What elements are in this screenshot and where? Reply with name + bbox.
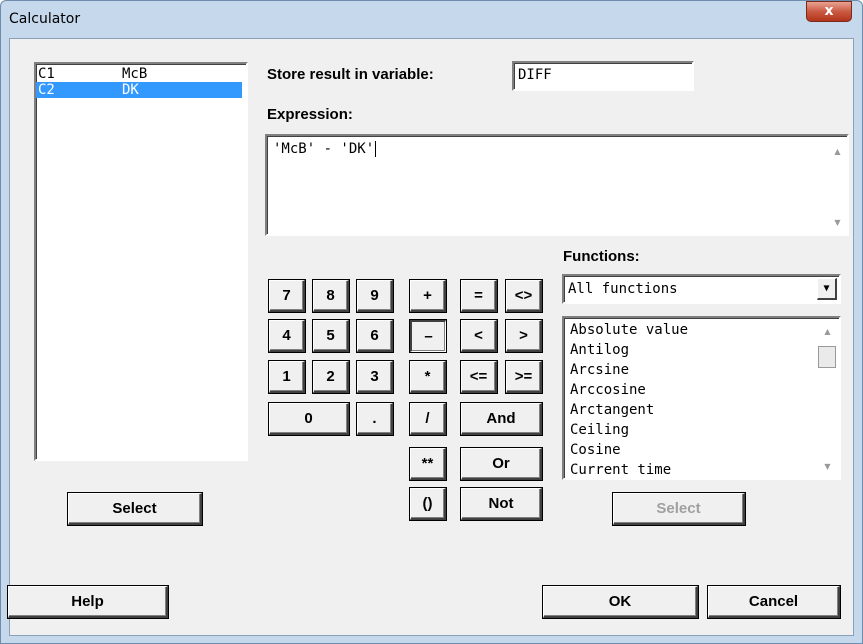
variable-name: McB [122, 66, 148, 82]
variable-name: DK [122, 82, 139, 98]
function-item[interactable]: Ceiling [570, 420, 629, 440]
text-cursor [375, 141, 377, 157]
function-item[interactable]: Current time [570, 460, 671, 480]
variable-column: C2 [38, 82, 55, 98]
functions-label: Functions: [563, 248, 640, 265]
function-item[interactable]: Arcsine [570, 360, 629, 380]
key-7[interactable]: 7 [269, 280, 305, 312]
key-parentheses[interactable]: () [410, 488, 446, 520]
key-less-than[interactable]: < [461, 320, 497, 352]
functions-select-button[interactable]: Select [613, 493, 745, 525]
function-item[interactable]: Cosine [570, 440, 621, 460]
scroll-down-icon[interactable]: ▼ [830, 215, 845, 230]
key-equals[interactable]: = [461, 280, 497, 312]
key-divide[interactable]: / [410, 403, 446, 435]
key-0[interactable]: 0 [269, 403, 349, 435]
window-title: Calculator [9, 11, 81, 27]
key-6[interactable]: 6 [357, 320, 393, 352]
ok-button[interactable]: OK [543, 586, 698, 618]
function-item[interactable]: Arctangent [570, 400, 654, 420]
variables-select-button[interactable]: Select [68, 493, 202, 525]
key-3[interactable]: 3 [357, 361, 393, 393]
variable-row-c1[interactable]: C1 McB [36, 66, 242, 82]
calculator-dialog: Calculator x C1 McB C2 DK Select Store r… [0, 0, 863, 644]
store-result-value: DIFF [518, 67, 552, 83]
key-or[interactable]: Or [461, 448, 542, 480]
key-not-equal[interactable]: <> [506, 280, 542, 312]
key-4[interactable]: 4 [269, 320, 305, 352]
scrollbar-thumb[interactable] [818, 346, 836, 368]
key-9[interactable]: 9 [357, 280, 393, 312]
key-2[interactable]: 2 [313, 361, 349, 393]
key-not[interactable]: Not [461, 488, 542, 520]
variable-column: C1 [38, 66, 55, 82]
functions-dropdown[interactable]: All functions ▼ [562, 274, 841, 304]
key-5[interactable]: 5 [313, 320, 349, 352]
expression-input[interactable]: 'McB' - 'DK' ▲ ▼ [265, 134, 849, 236]
function-item[interactable]: Absolute value [570, 320, 688, 340]
scroll-up-icon[interactable]: ▲ [820, 324, 835, 339]
key-and[interactable]: And [461, 403, 542, 435]
key-power[interactable]: ** [410, 448, 446, 480]
scroll-up-icon[interactable]: ▲ [830, 144, 845, 159]
variable-row-c2[interactable]: C2 DK [36, 82, 242, 98]
close-button[interactable]: x [806, 1, 852, 22]
key-greater-than[interactable]: > [506, 320, 542, 352]
key-minus[interactable]: – [410, 320, 446, 352]
expression-label: Expression: [267, 106, 353, 123]
variables-list[interactable]: C1 McB C2 DK [34, 62, 248, 461]
dialog-body: C1 McB C2 DK Select Store result in vari… [8, 38, 854, 636]
key-decimal[interactable]: . [357, 403, 393, 435]
help-button[interactable]: Help [8, 586, 168, 618]
key-8[interactable]: 8 [313, 280, 349, 312]
dropdown-arrow-icon[interactable]: ▼ [817, 278, 837, 300]
expression-text: 'McB' - 'DK' [273, 141, 375, 157]
functions-list[interactable]: Absolute value Antilog Arcsine Arccosine… [562, 316, 841, 480]
key-greater-equal[interactable]: >= [506, 361, 542, 393]
function-item[interactable]: Antilog [570, 340, 629, 360]
cancel-button[interactable]: Cancel [708, 586, 840, 618]
key-1[interactable]: 1 [269, 361, 305, 393]
functions-dropdown-value: All functions [568, 281, 678, 297]
store-result-input[interactable]: DIFF [512, 61, 694, 91]
title-bar[interactable]: Calculator x [1, 1, 862, 37]
scroll-down-icon[interactable]: ▼ [820, 459, 835, 474]
key-less-equal[interactable]: <= [461, 361, 497, 393]
store-result-label: Store result in variable: [267, 66, 434, 83]
key-multiply[interactable]: * [410, 361, 446, 393]
key-plus[interactable]: + [410, 280, 446, 312]
function-item[interactable]: Arccosine [570, 380, 646, 400]
